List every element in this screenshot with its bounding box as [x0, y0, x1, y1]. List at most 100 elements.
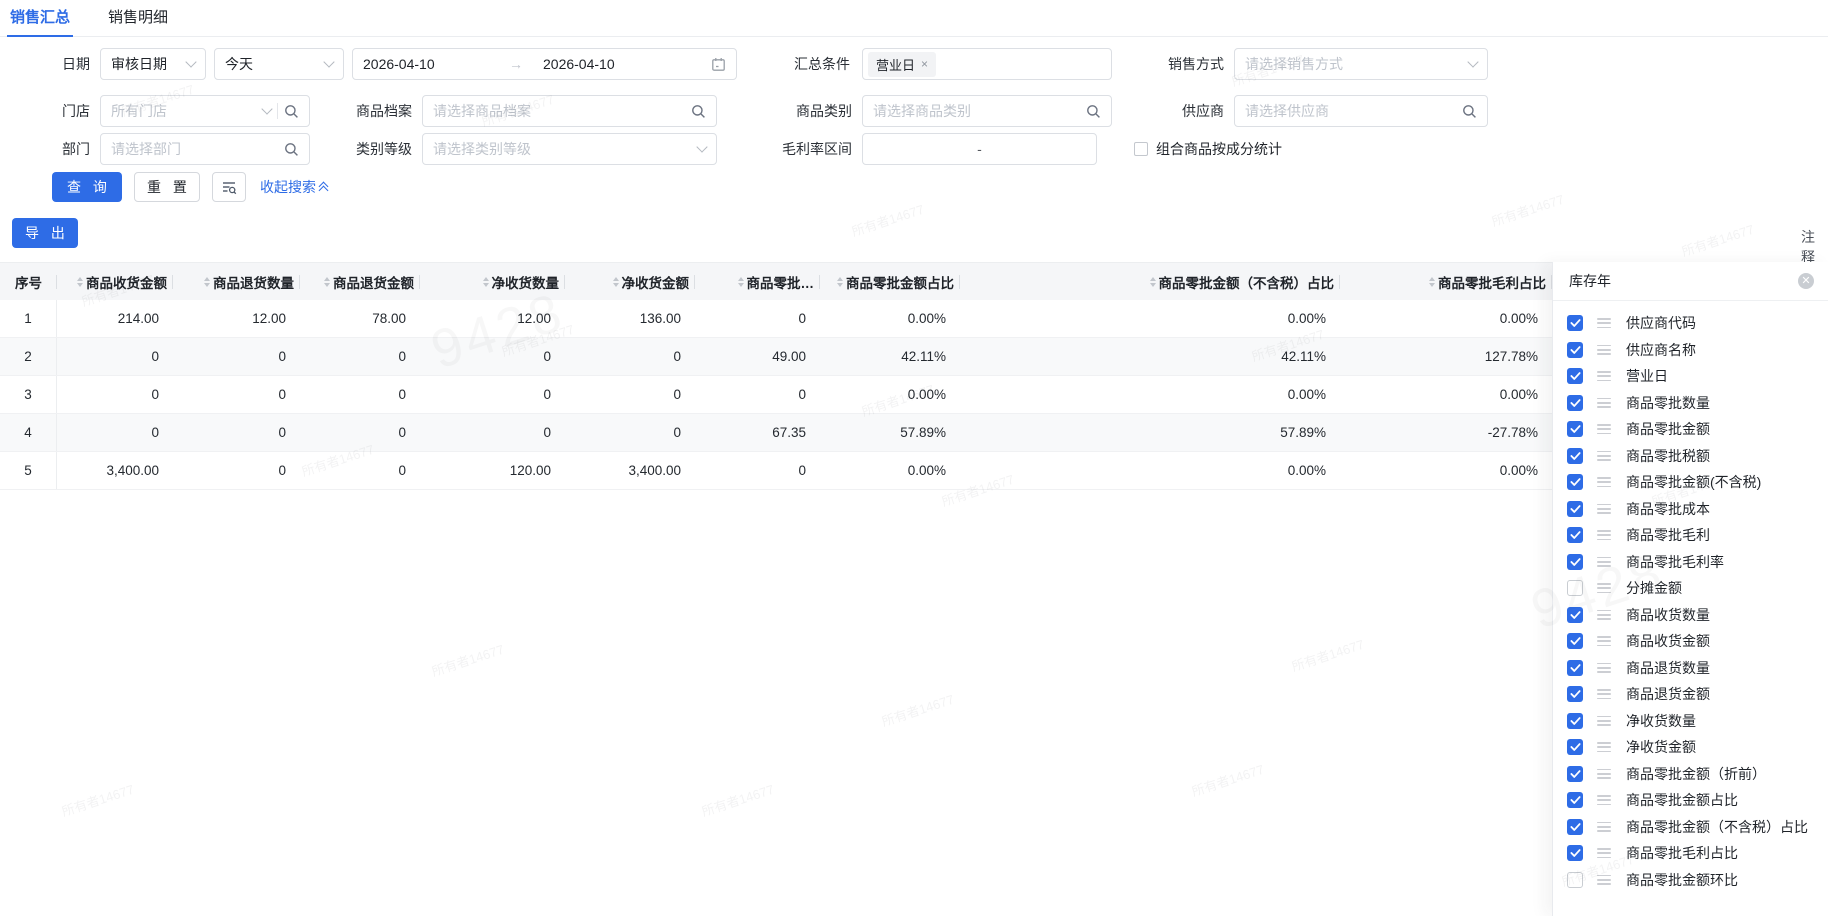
column-toggle-item[interactable]: 净收货数量 [1553, 708, 1828, 735]
search-icon[interactable] [1462, 104, 1477, 119]
checkbox-checked-icon[interactable] [1567, 818, 1583, 835]
table-row[interactable]: 1 214.00 12.00 78.00 12.00 136.00 0 0.00% 0.00% 0… [0, 300, 1552, 338]
sort-icon[interactable] [482, 276, 489, 287]
drag-handle-icon[interactable] [1597, 397, 1611, 408]
end-date-value[interactable]: 2026-04-10 [529, 56, 669, 72]
sort-icon[interactable] [77, 276, 83, 287]
sort-icon[interactable] [612, 276, 619, 287]
sort-icon[interactable] [324, 276, 330, 287]
export-button[interactable]: 导 出 [12, 218, 78, 248]
checkbox-checked-icon[interactable] [1567, 792, 1583, 809]
date-type-select[interactable]: 审核日期 [100, 48, 206, 80]
column-toggle-item[interactable]: 商品收货金额 [1553, 628, 1828, 655]
column-toggle-item[interactable]: 商品退货金额 [1553, 681, 1828, 708]
product-archive-input[interactable]: 请选择商品档案 [422, 95, 717, 127]
search-icon[interactable] [284, 142, 299, 157]
sort-icon[interactable] [737, 276, 744, 287]
checkbox-checked-icon[interactable] [1567, 633, 1583, 650]
note-label[interactable]: 注释 [1801, 227, 1828, 267]
drag-handle-icon[interactable] [1597, 583, 1611, 594]
header-cell[interactable]: 商品零批… [695, 263, 820, 300]
checkbox-checked-icon[interactable] [1567, 765, 1583, 782]
checkbox-checked-icon[interactable] [1567, 739, 1583, 756]
drag-handle-icon[interactable] [1597, 344, 1611, 355]
condition-tag[interactable]: 营业日 × [868, 51, 937, 77]
checkbox-checked-icon[interactable] [1567, 686, 1583, 703]
drag-handle-icon[interactable] [1597, 821, 1611, 832]
column-toggle-item[interactable]: 商品收货数量 [1553, 602, 1828, 629]
department-input[interactable]: 请选择部门 [100, 133, 310, 165]
checkbox-checked-icon[interactable] [1567, 421, 1583, 438]
column-toggle-item[interactable]: 商品零批金额（折前） [1553, 761, 1828, 788]
drag-handle-icon[interactable] [1597, 503, 1611, 514]
sort-icon[interactable] [1429, 276, 1435, 287]
checkbox-unchecked-icon[interactable] [1134, 142, 1148, 156]
store-select[interactable]: 所有门店 [100, 95, 310, 127]
drag-handle-icon[interactable] [1597, 689, 1611, 700]
column-toggle-item[interactable]: 商品零批金额(不含税) [1553, 469, 1828, 496]
sort-icon[interactable] [837, 276, 843, 287]
start-date-value[interactable]: 2026-04-10 [363, 56, 503, 72]
drag-handle-icon[interactable] [1597, 371, 1611, 382]
header-cell[interactable]: 序号 [0, 263, 57, 300]
drag-handle-icon[interactable] [1597, 477, 1611, 488]
tab-sales-detail[interactable]: 销售明细 [108, 0, 168, 36]
search-icon[interactable] [1086, 104, 1101, 119]
column-toggle-item[interactable]: 商品零批数量 [1553, 390, 1828, 417]
gross-margin-range-input[interactable]: - [862, 133, 1097, 165]
checkbox-checked-icon[interactable] [1567, 394, 1583, 411]
column-toggle-item[interactable]: 净收货金额 [1553, 734, 1828, 761]
checkbox-checked-icon[interactable] [1567, 527, 1583, 544]
checkbox-unchecked-icon[interactable] [1567, 580, 1583, 597]
header-cell[interactable]: 商品零批毛利占比 [1340, 263, 1552, 300]
column-toggle-item[interactable]: 商品零批成本 [1553, 496, 1828, 523]
checkbox-checked-icon[interactable] [1567, 447, 1583, 464]
checkbox-checked-icon[interactable] [1567, 606, 1583, 623]
date-range-picker[interactable]: 2026-04-10 → 2026-04-10 [352, 48, 737, 80]
column-toggle-item[interactable]: 商品零批税额 [1553, 443, 1828, 470]
collapse-search-link[interactable]: 收起搜索 [260, 172, 329, 202]
drag-handle-icon[interactable] [1597, 715, 1611, 726]
table-row[interactable]: 2 0 0 0 0 0 49.00 42.11% 42.11% 127.78% [0, 338, 1552, 376]
column-toggle-item[interactable]: 商品零批毛利占比 [1553, 840, 1828, 867]
tag-close-icon[interactable]: × [921, 57, 928, 71]
checkbox-checked-icon[interactable] [1567, 845, 1583, 862]
drag-handle-icon[interactable] [1597, 530, 1611, 541]
drag-handle-icon[interactable] [1597, 742, 1611, 753]
query-button[interactable]: 查 询 [52, 172, 122, 202]
header-cell[interactable]: 商品收货金额 [57, 263, 173, 300]
tab-sales-summary[interactable]: 销售汇总 [6, 0, 74, 37]
drag-handle-icon[interactable] [1597, 848, 1611, 859]
drag-handle-icon[interactable] [1597, 556, 1611, 567]
drag-handle-icon[interactable] [1597, 424, 1611, 435]
drag-handle-icon[interactable] [1597, 662, 1611, 673]
checkbox-checked-icon[interactable] [1567, 368, 1583, 385]
drag-handle-icon[interactable] [1597, 636, 1611, 647]
search-settings-button[interactable] [212, 172, 246, 202]
calendar-icon[interactable] [711, 57, 726, 72]
sort-icon[interactable] [204, 276, 210, 287]
table-row[interactable]: 3 0 0 0 0 0 0 0.00% 0.00% 0.00% [0, 376, 1552, 414]
column-toggle-item[interactable]: 商品零批金额 [1553, 416, 1828, 443]
category-level-select[interactable]: 请选择类别等级 [422, 133, 717, 165]
checkbox-unchecked-icon[interactable] [1567, 871, 1583, 888]
reset-button[interactable]: 重 置 [134, 172, 200, 202]
header-cell[interactable]: 商品退货数量 [173, 263, 300, 300]
sales-mode-select[interactable]: 请选择销售方式 [1234, 48, 1488, 80]
column-toggle-item[interactable]: 供应商代码 [1553, 310, 1828, 337]
checkbox-checked-icon[interactable] [1567, 500, 1583, 517]
product-category-input[interactable]: 请选择商品类别 [862, 95, 1112, 127]
checkbox-checked-icon[interactable] [1567, 341, 1583, 358]
drag-handle-icon[interactable] [1597, 318, 1611, 329]
column-toggle-item[interactable]: 商品零批金额（不含税）占比 [1553, 814, 1828, 841]
checkbox-checked-icon[interactable] [1567, 553, 1583, 570]
table-row[interactable]: 4 0 0 0 0 0 67.35 57.89% 57.89% -27.78% [0, 414, 1552, 452]
summary-condition-input[interactable]: 营业日 × [862, 48, 1112, 80]
combo-stat-checkbox-row[interactable]: 组合商品按成分统计 [1134, 133, 1282, 165]
drag-handle-icon[interactable] [1597, 795, 1611, 806]
column-toggle-item[interactable]: 商品零批毛利 [1553, 522, 1828, 549]
supplier-input[interactable]: 请选择供应商 [1234, 95, 1488, 127]
header-cell[interactable]: 商品零批金额（不含税）占比 [960, 263, 1340, 300]
column-toggle-item[interactable]: 商品零批金额环比 [1553, 867, 1828, 894]
drag-handle-icon[interactable] [1597, 609, 1611, 620]
